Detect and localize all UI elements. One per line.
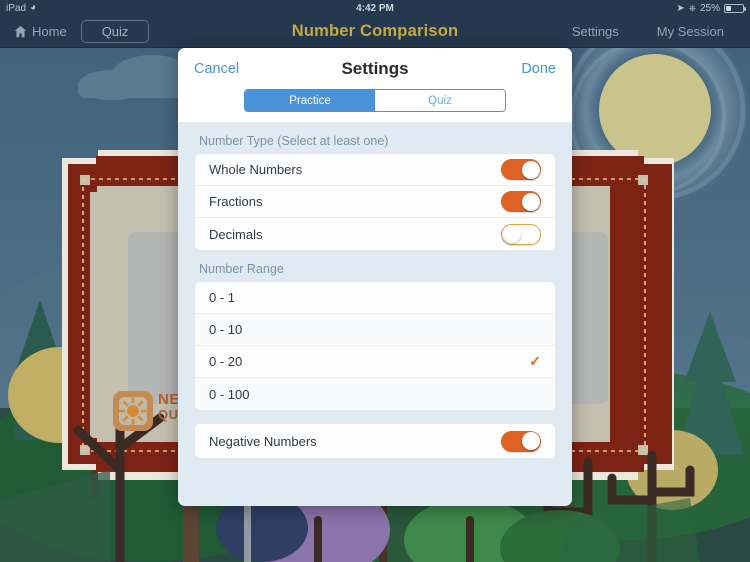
- toggle-decimals[interactable]: [501, 223, 541, 245]
- modal-header: Cancel Settings Done Practice Quiz: [178, 48, 572, 122]
- modal-title: Settings: [341, 59, 409, 78]
- number-type-section-title: Number Type (Select at least one): [199, 134, 389, 148]
- range-option-0-20[interactable]: 0 - 20 ✓: [195, 346, 555, 378]
- range-option-0-1[interactable]: 0 - 1: [195, 282, 555, 314]
- range-selected-check-icon: ✓: [529, 353, 541, 369]
- row-label-negative-numbers: Negative Numbers: [209, 433, 317, 449]
- row-label-whole-numbers: Whole Numbers: [209, 162, 303, 177]
- segment-practice[interactable]: Practice: [245, 90, 375, 111]
- status-bar: iPad ◕ 4:42 PM ➤ ⎈ 25%: [0, 0, 750, 16]
- range-label-0-10: 0 - 10: [209, 322, 243, 337]
- toggle-fractions[interactable]: [501, 191, 541, 212]
- mode-segmented-control[interactable]: Practice Quiz: [244, 89, 506, 112]
- range-label-0-20: 0 - 20: [209, 354, 243, 369]
- row-label-fractions: Fractions: [209, 194, 263, 209]
- app-navbar: Home Quiz Number Comparison Settings My …: [0, 16, 750, 48]
- range-label-0-1: 0 - 1: [209, 290, 236, 305]
- toggle-negative-numbers[interactable]: [501, 430, 541, 452]
- settings-modal: Cancel Settings Done Practice Quiz Numbe…: [178, 48, 572, 506]
- row-negative-numbers[interactable]: Negative Numbers: [195, 424, 555, 458]
- number-range-card: 0 - 1 0 - 10 0 - 20 ✓ 0 - 100: [195, 282, 555, 410]
- row-whole-numbers[interactable]: Whole Numbers: [195, 154, 555, 186]
- battery-icon: [724, 3, 746, 13]
- row-label-decimals: Decimals: [209, 226, 263, 242]
- range-option-0-10[interactable]: 0 - 10: [195, 314, 555, 346]
- row-fractions[interactable]: Fractions: [195, 186, 555, 218]
- page-title: Number Comparison: [291, 22, 459, 40]
- range-label-0-100: 0 - 100: [209, 386, 250, 402]
- modal-body: Number Type (Select at least one) Whole …: [178, 122, 572, 458]
- status-bar-time: 4:42 PM: [356, 2, 394, 14]
- segment-quiz[interactable]: Quiz: [375, 90, 505, 111]
- number-range-section-title: Number Range: [199, 262, 284, 276]
- range-option-0-100[interactable]: 0 - 100: [195, 378, 555, 410]
- number-type-card: Whole Numbers Fractions Decimals: [195, 154, 555, 250]
- toggle-whole-numbers[interactable]: [501, 159, 541, 180]
- row-decimals[interactable]: Decimals: [195, 218, 555, 250]
- negative-numbers-card: Negative Numbers: [195, 424, 555, 458]
